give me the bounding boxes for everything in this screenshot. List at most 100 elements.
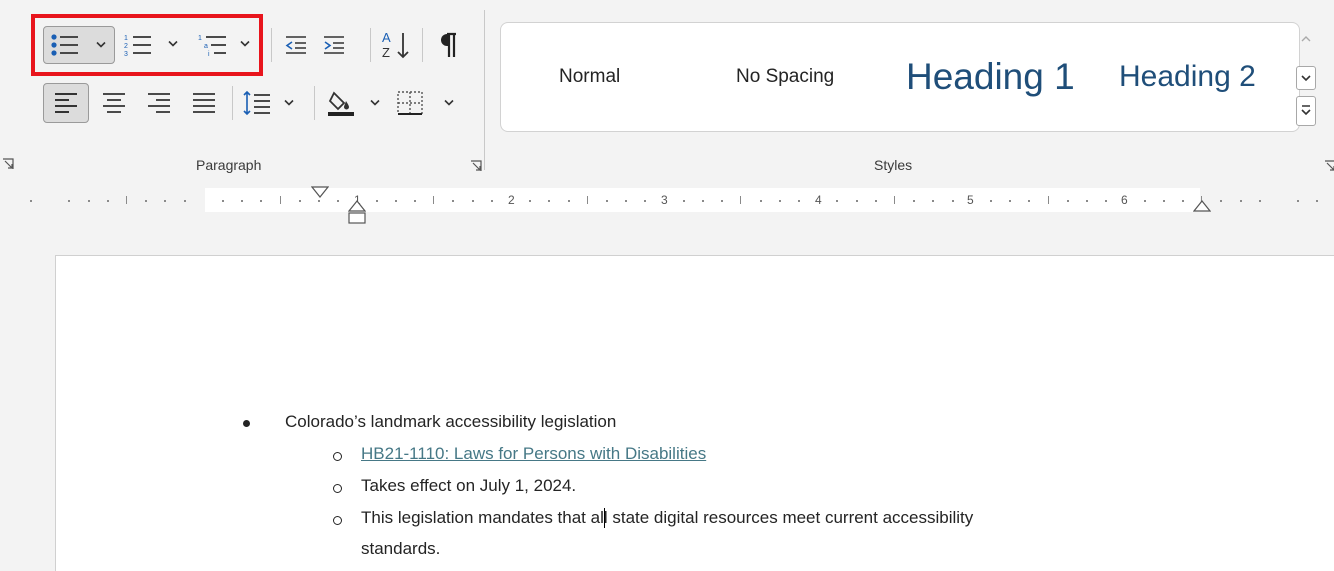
sub-bullet-marker (333, 516, 342, 525)
ruler-tick (990, 200, 992, 202)
style-normal[interactable]: Normal (559, 23, 620, 131)
decrease-indent-icon (285, 36, 306, 54)
sort-az-icon: A Z (382, 30, 409, 60)
line-spacing-icon (243, 90, 270, 116)
separator (232, 86, 233, 120)
paragraph-dialog-launcher-icon[interactable] (470, 160, 482, 172)
ruler-tick (798, 200, 800, 202)
ruler-number: 2 (508, 193, 515, 207)
ruler-tick (1144, 200, 1146, 202)
ruler-tick (30, 200, 32, 202)
ruler-tick (1067, 200, 1069, 202)
horizontal-ruler[interactable]: 1 2 3 4 5 6 (0, 186, 1334, 224)
sub-bullet-marker (333, 484, 342, 493)
ruler-tick (587, 196, 588, 204)
ruler-tick (184, 200, 186, 202)
styles-dialog-launcher-icon[interactable] (1324, 160, 1334, 172)
separator (370, 28, 371, 62)
sort-button[interactable]: A Z (376, 26, 416, 64)
ruler-tick (952, 200, 954, 202)
ruler-tick (376, 200, 378, 202)
styles-group-label: Styles (874, 157, 913, 173)
line-spacing-button[interactable] (238, 85, 300, 121)
ruler-tick (1220, 200, 1222, 202)
ruler-tick (145, 200, 147, 202)
show-formatting-marks-button[interactable] (428, 26, 468, 64)
borders-button[interactable] (392, 85, 462, 121)
line-spacing-dropdown-chevron-icon[interactable] (284, 99, 294, 107)
ruler-tick (894, 196, 895, 204)
list-item-level-2[interactable]: Takes effect on July 1, 2024. (361, 476, 576, 496)
separator (314, 86, 315, 120)
ruler-tick (337, 200, 339, 202)
ruler-number: 3 (661, 193, 668, 207)
styles-scroll-down-button[interactable] (1296, 66, 1316, 90)
ruler-tick (1048, 196, 1049, 204)
justify-icon (193, 93, 215, 113)
justify-button[interactable] (186, 85, 222, 121)
right-indent-marker-icon[interactable] (1193, 200, 1211, 212)
shading-dropdown-chevron-icon[interactable] (370, 99, 380, 107)
ruler-tick (932, 200, 934, 202)
ruler-tick (1316, 200, 1318, 202)
center-button[interactable] (96, 85, 132, 121)
pilcrow-icon (441, 32, 456, 57)
shading-icon (328, 91, 354, 116)
sub-bullet-marker (333, 452, 342, 461)
style-heading-1-clip: Heading 1 (906, 23, 1088, 131)
ruler-tick (760, 200, 762, 202)
ruler-tick (779, 200, 781, 202)
ruler-tick (568, 200, 570, 202)
align-right-icon (148, 93, 170, 113)
styles-scroll-up-button[interactable] (1296, 24, 1316, 54)
decrease-indent-button[interactable] (280, 28, 312, 62)
ruler-tick (126, 196, 127, 204)
hanging-indent-marker-icon[interactable] (348, 200, 366, 226)
ruler-tick (702, 200, 704, 202)
ruler-tick (875, 200, 877, 202)
chevron-down-icon (1301, 75, 1311, 82)
ruler-tick (836, 200, 838, 202)
expand-gallery-icon (1301, 105, 1311, 116)
borders-icon (397, 91, 423, 115)
ruler-tick (318, 200, 320, 202)
ruler-tick (644, 200, 646, 202)
text-cursor (604, 508, 605, 528)
style-heading-1[interactable]: Heading 1 (906, 23, 1075, 131)
ruler-tick (913, 200, 915, 202)
separator (271, 28, 272, 62)
document-page[interactable]: Colorado’s landmark accessibility legisl… (55, 255, 1334, 571)
ruler-tick (222, 200, 224, 202)
previous-group-launcher-icon[interactable] (2, 158, 14, 170)
list-item-level-2-continued[interactable]: standards. (361, 539, 440, 559)
style-heading-2[interactable]: Heading 2 (1119, 23, 1256, 131)
first-line-indent-marker-icon[interactable] (311, 186, 329, 198)
ruler-tick (472, 200, 474, 202)
list-item-level-2[interactable]: This legislation mandates that all state… (361, 508, 973, 528)
ruler-tick (299, 200, 301, 202)
bullet-marker (243, 420, 250, 427)
list-item-level-1[interactable]: Colorado’s landmark accessibility legisl… (285, 412, 616, 432)
hb21-1110-link[interactable]: HB21-1110: Laws for Persons with Disabil… (361, 444, 706, 464)
ruler-number: 5 (967, 193, 974, 207)
ruler-tick (606, 200, 608, 202)
ruler-tick (164, 200, 166, 202)
increase-indent-button[interactable] (318, 28, 350, 62)
styles-more-button[interactable] (1296, 96, 1316, 126)
ruler-tick (529, 200, 531, 202)
styles-gallery: Normal No Spacing Heading 1 Heading 2 (500, 22, 1300, 132)
shading-button[interactable] (322, 85, 384, 121)
separator (422, 28, 423, 62)
style-no-spacing[interactable]: No Spacing (736, 23, 834, 131)
borders-dropdown-chevron-icon[interactable] (444, 99, 454, 107)
ruler-tick (395, 200, 397, 202)
ruler-number: 6 (1121, 193, 1128, 207)
align-right-button[interactable] (141, 85, 177, 121)
ruler-tick (548, 200, 550, 202)
ruler-tick (683, 200, 685, 202)
ruler-tick (68, 200, 70, 202)
align-left-button[interactable] (43, 83, 89, 123)
chevron-up-icon (1301, 36, 1311, 42)
ruler-tick (88, 200, 90, 202)
ruler-tick (260, 200, 262, 202)
